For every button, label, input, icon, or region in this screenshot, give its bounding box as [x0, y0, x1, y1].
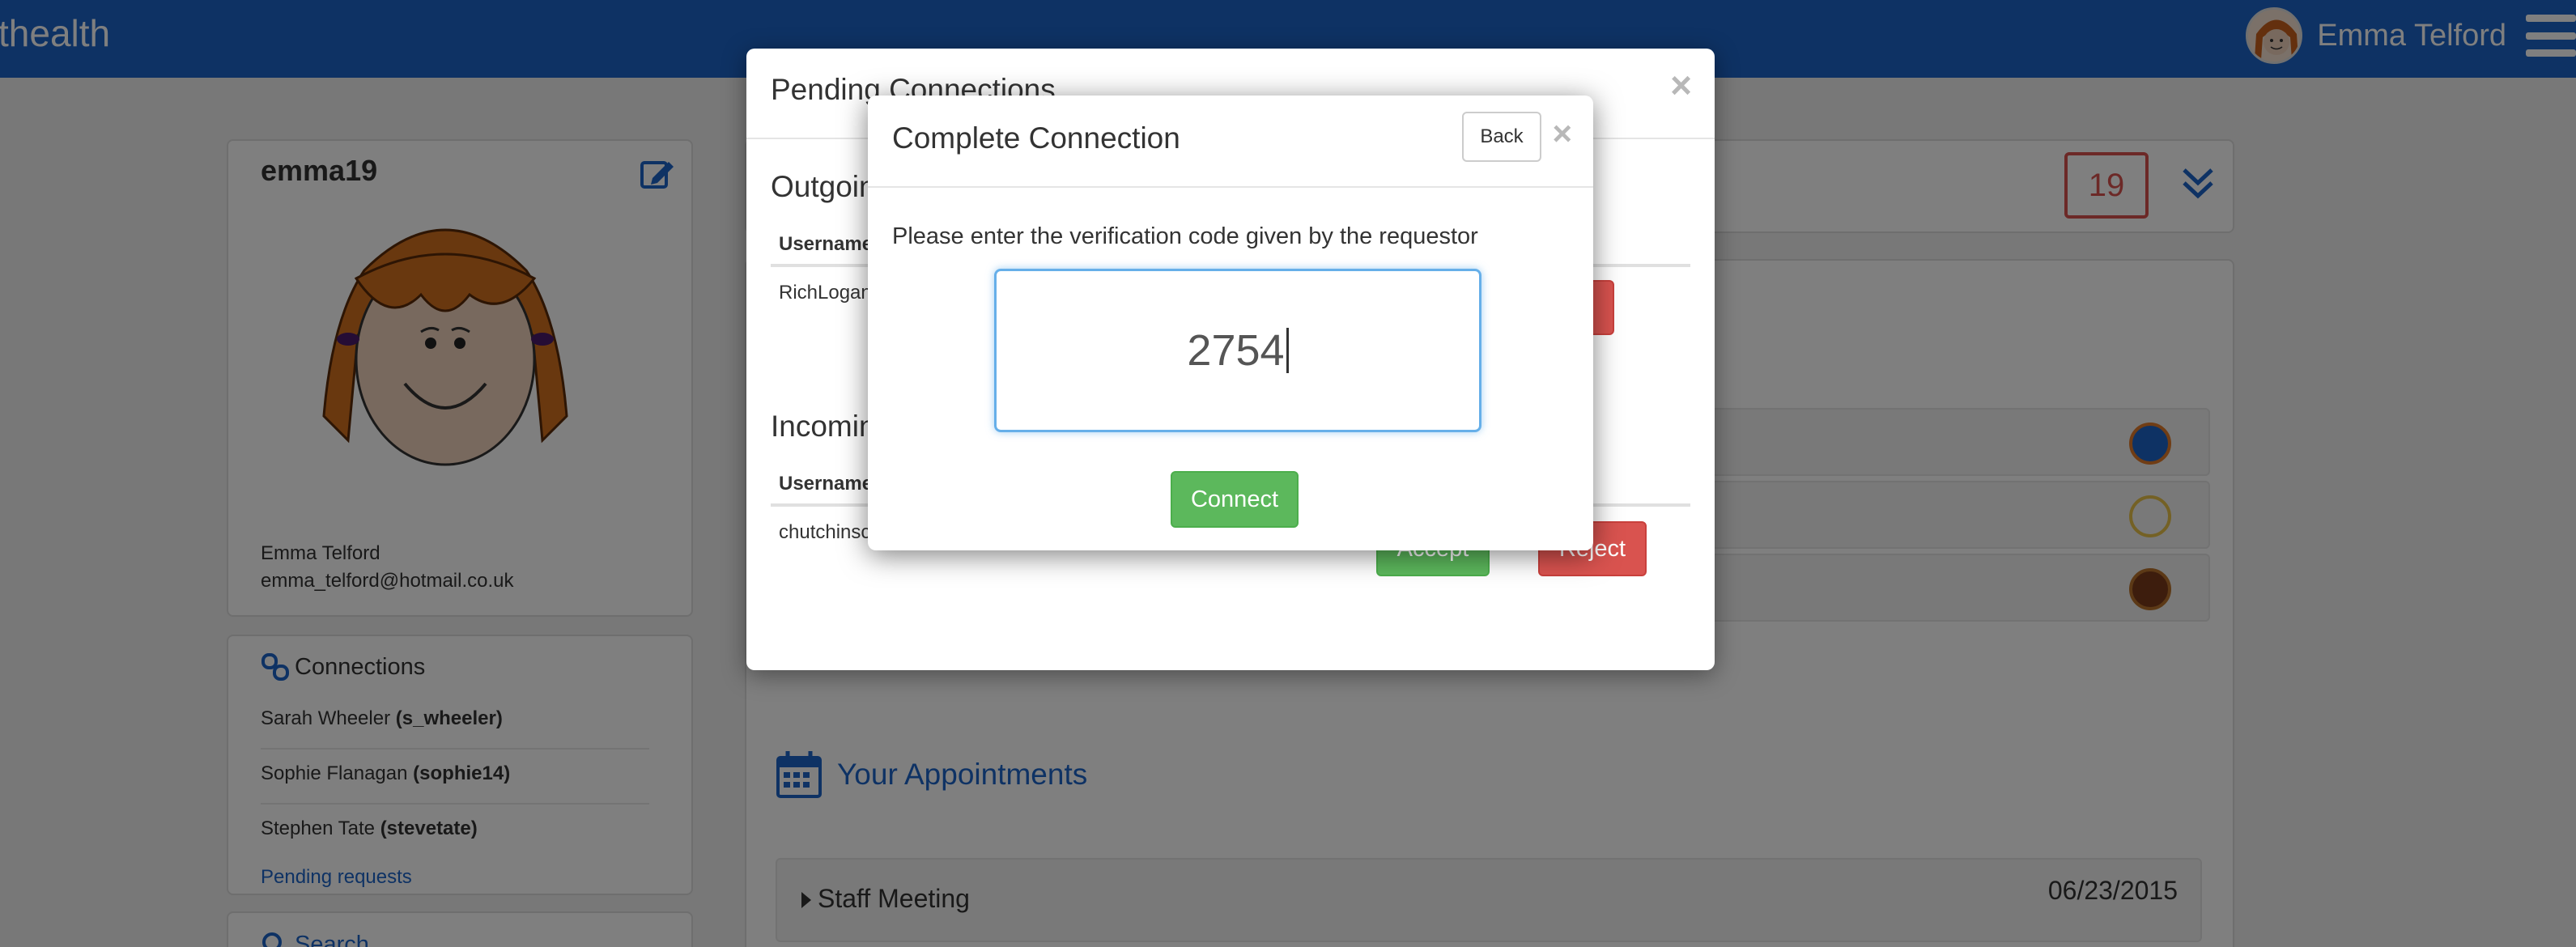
outgoing-username: RichLogan [779, 282, 872, 304]
username-column-header: Username [779, 233, 874, 255]
close-icon[interactable]: × [1670, 66, 1692, 104]
username-column-header: Username [779, 473, 874, 495]
incoming-username: chutchinsc [779, 521, 871, 543]
connect-button[interactable]: Connect [1171, 471, 1299, 528]
verification-instructions: Please enter the verification code given… [892, 223, 1478, 249]
text-cursor [1286, 328, 1289, 373]
complete-connection-modal: Complete Connection Back × Please enter … [868, 96, 1593, 550]
close-icon[interactable]: × [1552, 117, 1572, 151]
back-button[interactable]: Back [1462, 112, 1541, 162]
modal-title: Complete Connection [892, 121, 1180, 155]
verification-code-input[interactable]: 2754 [994, 269, 1481, 432]
modal-header: Complete Connection Back × [868, 96, 1593, 188]
incoming-section-title: Incomin [771, 410, 876, 443]
outgoing-section-title: Outgoin [771, 170, 876, 203]
verification-code-value: 2754 [1187, 326, 1285, 375]
